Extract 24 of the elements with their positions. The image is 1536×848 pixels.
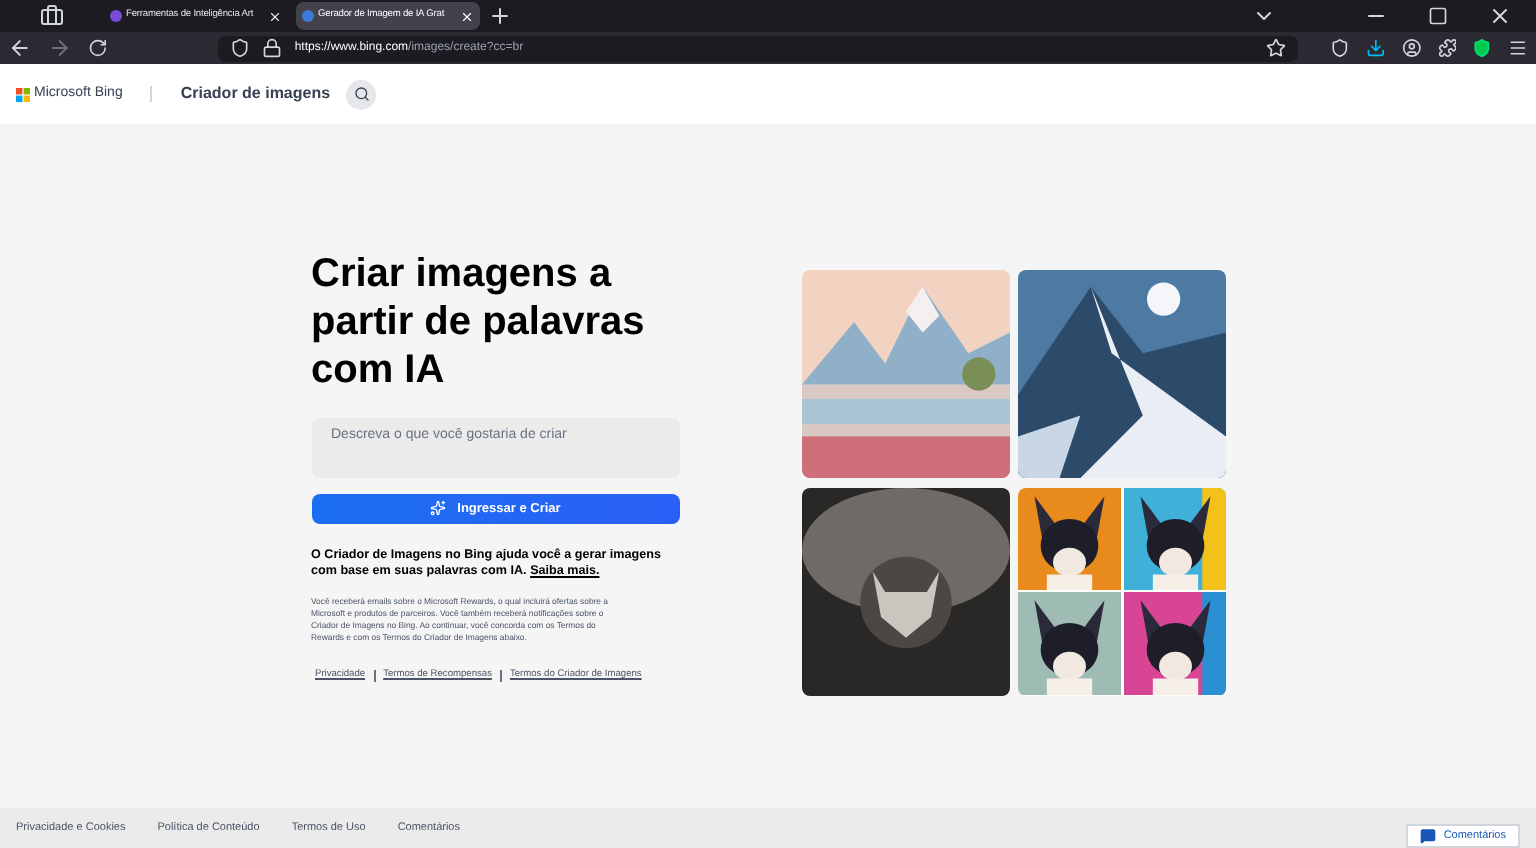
hero-title: Criar imagens a partir de palavras com IA [311, 249, 647, 394]
extension-shield-icon[interactable] [1472, 38, 1493, 58]
tab-favicon-icon [110, 10, 122, 22]
reload-icon[interactable] [87, 38, 107, 58]
microsoft-logo-icon [16, 87, 30, 101]
search-button[interactable] [346, 79, 377, 109]
account-icon[interactable] [1401, 38, 1422, 58]
close-icon[interactable] [268, 9, 282, 23]
lock-icon [262, 38, 283, 58]
new-tab-icon[interactable] [488, 4, 512, 28]
section-title[interactable]: Criador de imagens [180, 82, 331, 106]
download-icon[interactable] [1365, 38, 1386, 58]
sparkle-icon [429, 500, 446, 517]
close-icon[interactable] [1488, 4, 1512, 28]
shield-icon [230, 38, 251, 58]
speech-bubble-icon [1419, 828, 1436, 844]
tab-favicon-icon [302, 10, 314, 22]
maximize-icon[interactable] [1428, 6, 1448, 26]
search-icon [353, 86, 370, 102]
menu-icon[interactable] [1508, 38, 1528, 58]
back-icon[interactable] [8, 36, 32, 60]
bookmark-star-icon[interactable] [1266, 38, 1287, 58]
tab-list-icon[interactable] [40, 4, 64, 28]
extensions-icon[interactable] [1437, 38, 1457, 58]
